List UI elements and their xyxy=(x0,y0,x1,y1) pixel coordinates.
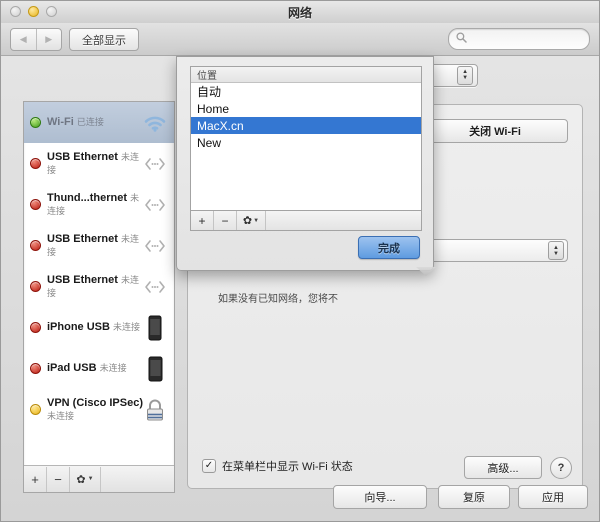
show-menubar-row[interactable]: ✓ 在菜单栏中显示 Wi-Fi 状态 xyxy=(202,458,353,474)
location-item-macxcn[interactable]: MacX.cn xyxy=(191,117,421,134)
ipad-icon xyxy=(142,356,168,382)
ethernet-icon xyxy=(142,233,168,259)
service-name: VPN (Cisco IPSec) xyxy=(47,396,143,409)
location-action-gear-button[interactable]: ✿ ▼ xyxy=(237,211,266,230)
status-dot-icon xyxy=(30,117,41,128)
location-item-home[interactable]: Home xyxy=(191,100,421,117)
sidebar-item-usb-ethernet-2[interactable]: USB Ethernet 未连接 xyxy=(24,225,174,266)
service-name: Thund...thernet xyxy=(47,191,128,204)
chevron-down-icon: ▼ xyxy=(87,476,94,482)
iphone-icon xyxy=(142,315,168,341)
sidebar-item-thunderbolt-ethernet[interactable]: Thund...thernet 未连接 xyxy=(24,184,174,225)
title-bar: 网络 xyxy=(1,1,599,24)
status-dot-icon xyxy=(30,281,41,292)
sidebar-item-usb-ethernet-1[interactable]: USB Ethernet 未连接 xyxy=(24,143,174,184)
service-text: iPad USB 未连接 xyxy=(47,362,142,375)
location-item-auto[interactable]: 自动 xyxy=(191,83,421,100)
gear-icon: ✿ xyxy=(76,473,86,486)
show-menubar-checkbox[interactable]: ✓ xyxy=(202,459,216,473)
sidebar-item-iphone-usb[interactable]: iPhone USB 未连接 xyxy=(24,307,174,348)
toolbar: ◀ ▶ 全部显示 xyxy=(1,23,599,56)
service-name: USB Ethernet xyxy=(47,232,118,245)
service-status: 未连接 xyxy=(47,410,75,421)
service-text: Wi-Fi 已连接 xyxy=(47,116,142,129)
show-all-button[interactable]: 全部显示 xyxy=(69,28,139,51)
service-name: iPhone USB xyxy=(47,321,110,334)
advanced-button[interactable]: 高级... xyxy=(464,456,542,479)
chevron-down-icon: ▼ xyxy=(253,217,260,224)
remove-location-button[interactable]: − xyxy=(214,211,237,230)
forward-button[interactable]: ▶ xyxy=(35,29,62,50)
ask-join-checkbox[interactable]: ✓ xyxy=(202,275,216,289)
help-button[interactable]: ? xyxy=(550,457,572,479)
service-text: VPN (Cisco IPSec) 未连接 xyxy=(47,396,143,422)
status-dot-icon xyxy=(30,158,41,169)
bottom-button-bar: 向导... 复原 应用 xyxy=(1,485,599,511)
wifi-icon xyxy=(142,110,168,136)
sidebar-item-vpn-cisco-ipsec[interactable]: VPN (Cisco IPSec) 未连接 xyxy=(24,389,174,430)
ethernet-icon xyxy=(142,151,168,177)
done-button[interactable]: 完成 xyxy=(358,236,420,259)
chevron-updown-icon: ▲ ▼ xyxy=(548,241,564,260)
navigation-segmented-control[interactable]: ◀ ▶ xyxy=(10,28,62,51)
service-name: USB Ethernet xyxy=(47,150,118,163)
gear-icon: ✿ xyxy=(242,215,253,227)
sidebar-item-usb-ethernet-3[interactable]: USB Ethernet 未连接 xyxy=(24,266,174,307)
service-name: Wi-Fi xyxy=(47,116,74,129)
lock-icon xyxy=(142,397,168,423)
search-icon xyxy=(456,32,467,46)
back-button[interactable]: ◀ xyxy=(11,29,36,50)
ask-join-label: 询问以加入新网络 xyxy=(221,275,309,291)
sidebar-item-ipad-usb[interactable]: iPad USB 未连接 xyxy=(24,348,174,389)
service-status: 已连接 xyxy=(76,117,104,128)
search-field[interactable] xyxy=(448,28,599,50)
service-name: iPad USB xyxy=(47,362,97,375)
network-services-sidebar[interactable]: Wi-Fi 已连接 USB Ethernet 未连接 Thund...thern… xyxy=(23,101,175,493)
revert-button[interactable]: 复原 xyxy=(438,485,510,509)
service-text: USB Ethernet 未连接 xyxy=(47,233,142,258)
locations-list-toolbar: + − ✿ ▼ xyxy=(190,211,422,231)
locations-sheet: 位置 自动 Home MacX.cn New + − ✿ ▼ 完成 xyxy=(176,56,434,271)
service-status: 未连接 xyxy=(99,363,127,374)
sidebar-item-wifi[interactable]: Wi-Fi 已连接 xyxy=(24,102,174,143)
add-location-button[interactable]: + xyxy=(191,211,214,230)
service-text: USB Ethernet 未连接 xyxy=(47,274,142,299)
ethernet-icon xyxy=(142,274,168,300)
status-dot-icon xyxy=(30,199,41,210)
service-text: USB Ethernet 未连接 xyxy=(47,151,142,176)
locations-list[interactable]: 位置 自动 Home MacX.cn New xyxy=(190,66,422,211)
status-dot-icon xyxy=(30,363,41,374)
show-menubar-label: 在菜单栏中显示 Wi-Fi 状态 xyxy=(222,461,353,473)
service-text: iPhone USB 未连接 xyxy=(47,321,142,334)
status-dot-icon xyxy=(30,404,41,415)
assist-button[interactable]: 向导... xyxy=(333,485,427,509)
location-item-new[interactable]: New xyxy=(191,134,421,151)
service-status: 未连接 xyxy=(113,322,141,333)
search-input[interactable] xyxy=(467,33,599,45)
window-title: 网络 xyxy=(287,6,312,20)
chevron-updown-icon: ▲ ▼ xyxy=(457,65,474,85)
status-dot-icon xyxy=(30,322,41,333)
locations-list-header: 位置 xyxy=(191,67,421,83)
network-preferences-window: 网络 ◀ ▶ 全部显示 位置: MacX.cn ▲▼ xyxy=(0,0,600,522)
service-name: USB Ethernet xyxy=(47,273,118,286)
service-text: Thund...thernet 未连接 xyxy=(47,192,142,217)
apply-button[interactable]: 应用 xyxy=(518,485,588,509)
toggle-wifi-button[interactable]: 关闭 Wi-Fi xyxy=(422,119,568,143)
ask-join-description: 如果没有已知网络，您将不 xyxy=(218,294,338,305)
ethernet-icon xyxy=(142,192,168,218)
status-dot-icon xyxy=(30,240,41,251)
network-services-list[interactable]: Wi-Fi 已连接 USB Ethernet 未连接 Thund...thern… xyxy=(24,102,174,466)
